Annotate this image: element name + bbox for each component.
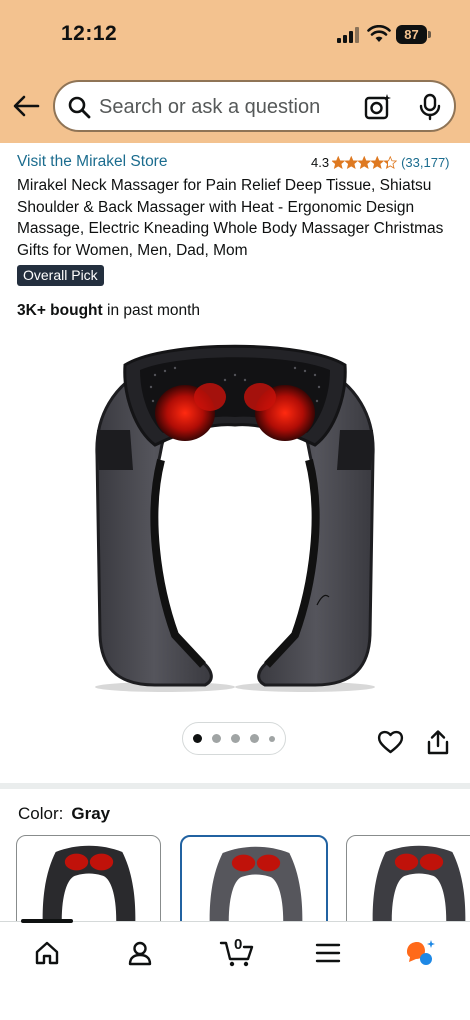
pager-dot[interactable] (193, 734, 202, 743)
nav-menu[interactable] (308, 936, 348, 970)
rating-summary[interactable]: 4.3 (33,177) (311, 153, 450, 171)
rating-count-link[interactable]: (33,177) (401, 155, 449, 170)
product-image[interactable] (85, 335, 385, 695)
star-icon (332, 155, 345, 169)
search-bar[interactable] (53, 80, 456, 132)
bought-period: in past month (102, 302, 201, 319)
camera-search-icon[interactable] (364, 93, 392, 121)
search-icon (68, 96, 91, 119)
account-icon (128, 941, 152, 966)
battery-level: 87 (396, 25, 427, 44)
search-input[interactable] (99, 94, 349, 120)
bought-count: 3K+ bought (17, 302, 103, 319)
nav-account[interactable] (120, 936, 160, 970)
bought-in-past-month: 3K+ bought in past month (17, 302, 200, 320)
pager-dot[interactable] (269, 735, 275, 742)
section-divider (0, 783, 470, 789)
share-icon[interactable] (427, 729, 449, 756)
color-label: Color: (18, 804, 64, 823)
pager-dot[interactable] (231, 734, 240, 743)
star-icon (384, 155, 397, 169)
image-pager[interactable] (182, 722, 286, 755)
pager-dot[interactable] (250, 734, 259, 743)
menu-icon (315, 943, 341, 963)
star-rating (332, 155, 397, 169)
overall-pick-badge: Overall Pick (17, 265, 104, 286)
wifi-icon (367, 25, 391, 42)
rating-value: 4.3 (311, 154, 330, 170)
back-arrow-icon[interactable] (12, 94, 40, 118)
microphone-icon[interactable] (419, 93, 441, 121)
star-icon (345, 155, 358, 169)
cart-count: 0 (234, 936, 243, 953)
color-selector-label: Color: Gray (18, 804, 110, 824)
star-icon (358, 155, 371, 169)
star-icon (371, 155, 384, 169)
heart-icon[interactable] (377, 729, 404, 755)
color-swatch-gray[interactable] (180, 835, 328, 935)
status-bar: 12:12 87 (0, 0, 470, 70)
nav-home[interactable] (27, 936, 67, 970)
pager-dot[interactable] (212, 734, 221, 743)
rufus-icon (407, 940, 435, 965)
battery-icon: 87 (396, 25, 432, 44)
visit-store-link[interactable]: Visit the Mirakel Store (17, 153, 167, 171)
home-icon (35, 941, 59, 965)
status-time: 12:12 (61, 22, 118, 45)
cellular-signal-icon (337, 27, 359, 43)
header: 12:12 87 (0, 0, 470, 143)
color-value: Gray (71, 804, 111, 823)
nav-cart[interactable]: 0 (215, 936, 259, 970)
color-swatch-dark-gray[interactable] (346, 835, 470, 935)
battery-nub (428, 31, 431, 38)
nav-rufus[interactable] (400, 936, 440, 970)
bottom-navigation: 0 (0, 919, 470, 1020)
product-title: Mirakel Neck Massager for Pain Relief De… (17, 177, 444, 259)
active-tab-indicator (21, 919, 73, 923)
